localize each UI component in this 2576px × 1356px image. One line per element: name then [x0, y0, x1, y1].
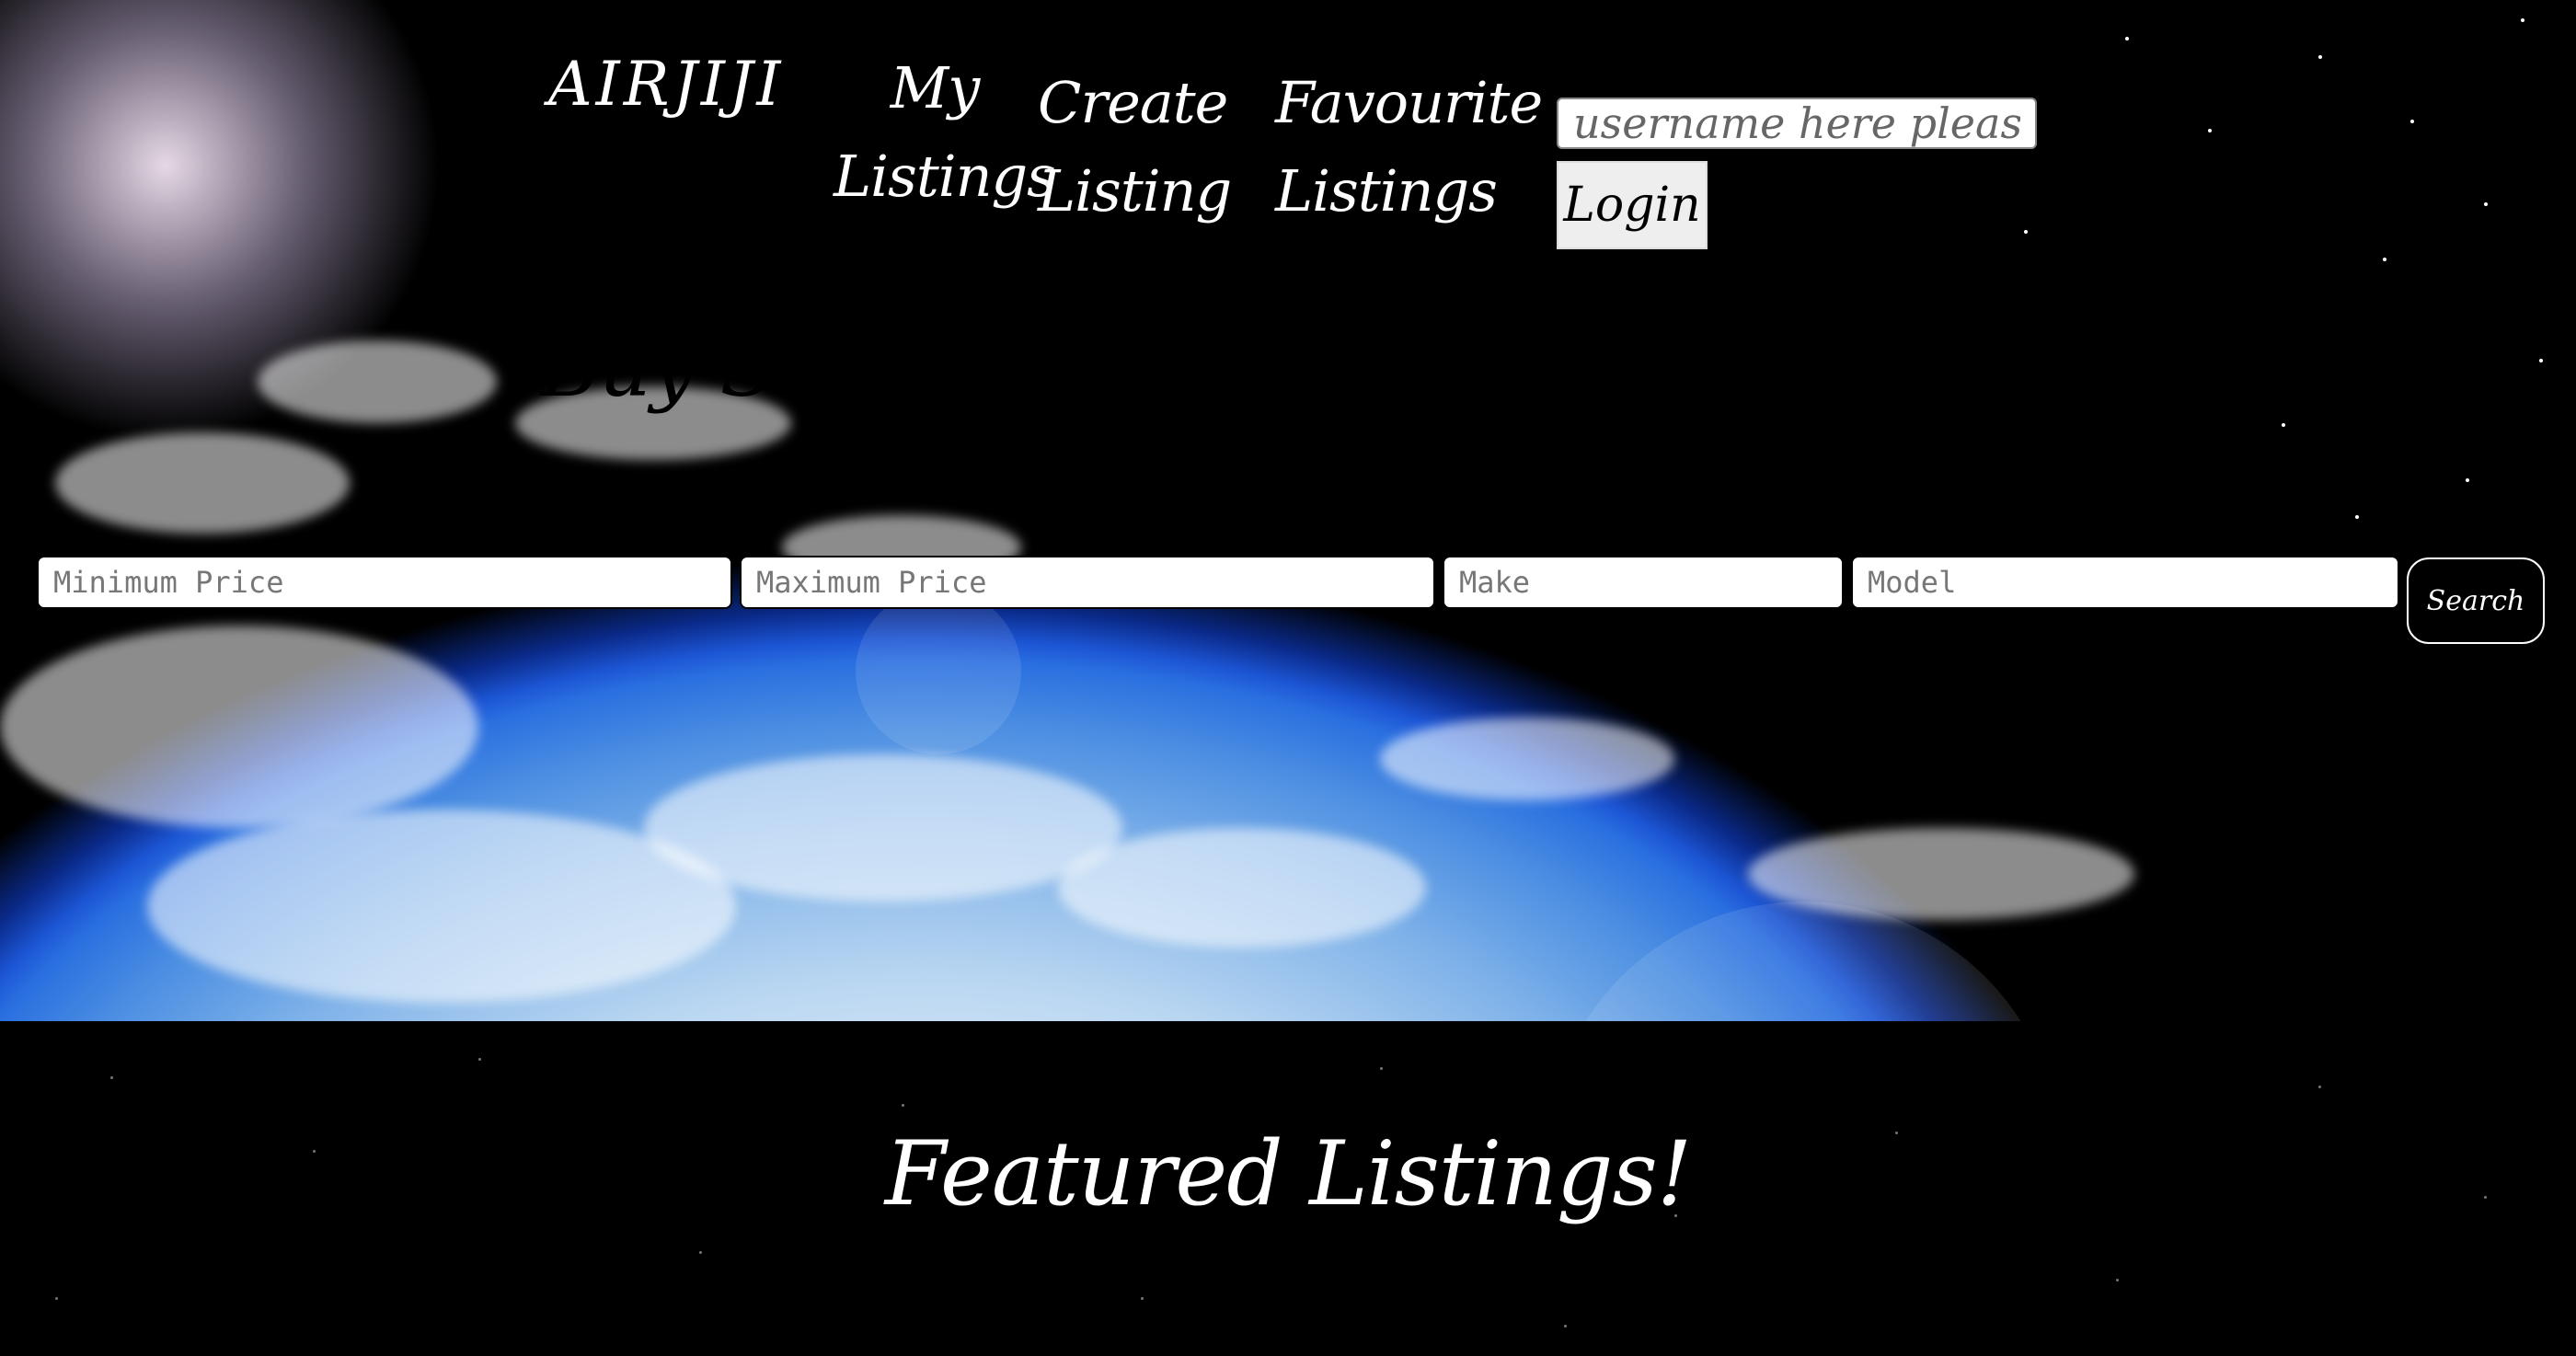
username-input[interactable]	[1557, 98, 2037, 149]
cloud-shape	[1058, 828, 1426, 948]
minimum-price-input[interactable]	[37, 556, 732, 609]
nav-create-listing[interactable]: Create Listing	[1038, 59, 1232, 236]
hero-banner: AIRJIJI My Listings Create Listing Favou…	[0, 0, 2576, 1021]
star-speck	[1564, 1325, 1567, 1327]
star	[2383, 258, 2386, 261]
star-speck	[699, 1251, 702, 1254]
featured-section: Featured Listings!	[0, 1021, 2576, 1356]
star	[2024, 230, 2028, 234]
cloud-shape	[0, 626, 478, 828]
nav-favourite-listings[interactable]: Favourite Listings	[1275, 59, 1543, 236]
star-speck	[2318, 1086, 2321, 1088]
cloud-shape	[55, 432, 350, 534]
star-speck	[2116, 1279, 2119, 1281]
star	[2466, 478, 2469, 482]
star	[2484, 202, 2488, 206]
brand-logo-link[interactable]: AIRJIJI	[548, 40, 785, 129]
lens-flare	[1546, 902, 2061, 1021]
star-speck	[902, 1104, 904, 1107]
maximum-price-input[interactable]	[740, 556, 1435, 609]
star	[2521, 18, 2524, 22]
star-speck	[110, 1076, 113, 1079]
star	[2282, 423, 2285, 427]
star	[2355, 515, 2359, 519]
star	[2208, 129, 2212, 132]
search-button[interactable]: Search	[2407, 557, 2545, 644]
star-speck	[55, 1297, 58, 1300]
star-speck	[478, 1058, 481, 1061]
featured-listings-title: Featured Listings!	[884, 1122, 1693, 1225]
lens-flare	[856, 589, 1021, 754]
star	[2125, 37, 2129, 40]
make-input[interactable]	[1443, 556, 1844, 609]
star-speck	[1380, 1067, 1383, 1070]
model-input[interactable]	[1851, 556, 2399, 609]
star	[2410, 120, 2414, 123]
star-speck	[1141, 1297, 1144, 1300]
cloud-shape	[644, 754, 1122, 902]
cloud-shape	[1380, 718, 1674, 800]
nav-my-listings[interactable]: My Listings	[834, 44, 1056, 221]
star	[2318, 55, 2322, 59]
login-button[interactable]: Login	[1557, 161, 1708, 249]
hero-title: Buy Some Airplanes and Spaceships!	[540, 320, 2036, 415]
